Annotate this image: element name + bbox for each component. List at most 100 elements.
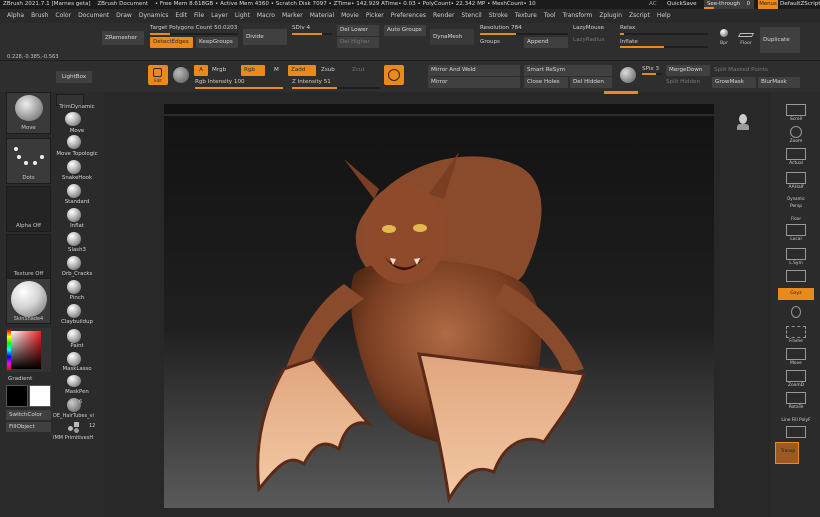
mirror-button[interactable]: Mirror xyxy=(428,77,520,88)
material-tile[interactable]: SkinShade4 xyxy=(6,278,51,324)
stroke-preview-tile[interactable]: Dots xyxy=(6,138,51,184)
dynamesh-button[interactable]: DynaMesh xyxy=(430,29,474,45)
lsym-icon[interactable] xyxy=(786,248,806,260)
menu-zscript[interactable]: Zscript xyxy=(629,9,650,23)
rgb-toggle[interactable]: Rgb xyxy=(241,65,265,76)
brush-slash3[interactable]: Slash3 xyxy=(52,247,102,253)
auto-groups-button[interactable]: Auto Groups xyxy=(384,25,426,36)
menu-alpha[interactable]: Alpha xyxy=(7,9,24,23)
default-zscript-button[interactable]: DefaultZScript xyxy=(780,0,820,9)
resolution-slider[interactable]: Resolution 784 xyxy=(480,25,522,31)
spix-slider[interactable]: SPix 3 xyxy=(642,66,659,72)
close-holes-button[interactable]: Close Holes xyxy=(524,77,568,88)
zoomd-icon[interactable] xyxy=(786,370,806,382)
menu-draw[interactable]: Draw xyxy=(116,9,132,23)
append-button[interactable]: Append xyxy=(524,37,568,48)
quicksave-button[interactable]: QuickSave xyxy=(667,0,697,9)
lazyradius-slider[interactable]: LazyRadius xyxy=(573,37,605,43)
grow-mask-button[interactable]: GrowMask xyxy=(712,77,756,88)
m-toggle[interactable]: M xyxy=(274,67,279,73)
brush-snakehook[interactable]: SnakeHook xyxy=(52,175,102,181)
brush-paint[interactable]: Paint xyxy=(52,343,102,349)
menu-help[interactable]: Help xyxy=(657,9,671,23)
menu-edit[interactable]: Edit xyxy=(175,9,187,23)
menu-stencil[interactable]: Stencil xyxy=(461,9,481,23)
floor-button[interactable]: Floor xyxy=(736,27,756,55)
menu-stroke[interactable]: Stroke xyxy=(489,9,508,23)
viewport-canvas[interactable] xyxy=(164,104,714,508)
brush-hairtubes[interactable]: DE_HairTubes_vi xyxy=(53,413,94,419)
brush-maskpen[interactable]: MaskPen xyxy=(52,389,102,395)
menu-preferences[interactable]: Preferences xyxy=(391,9,426,23)
hue-strip[interactable] xyxy=(7,330,11,370)
menu-render[interactable]: Render xyxy=(433,9,454,23)
frame-icon[interactable] xyxy=(786,326,806,338)
aahalf-icon[interactable] xyxy=(786,172,806,184)
sdiv-slider[interactable]: SDiv 4 xyxy=(292,25,310,31)
edit-button[interactable]: Edit xyxy=(148,65,168,85)
target-poly-slider[interactable]: Target Polygons Count 50.0203 xyxy=(150,25,237,31)
a-toggle[interactable]: A xyxy=(194,65,208,76)
bpr-button[interactable]: Bpr xyxy=(714,27,734,55)
brush-claybuildup[interactable]: Claybuildup xyxy=(52,319,102,325)
matcap-sphere-icon[interactable] xyxy=(620,67,636,83)
brush-orb-cracks[interactable]: Orb_Cracks xyxy=(52,271,102,277)
gxyz-button[interactable]: Gxyz xyxy=(778,288,814,300)
del-hidden-button[interactable]: Del Hidden xyxy=(570,77,612,88)
menu-marker[interactable]: Marker xyxy=(282,9,303,23)
texture-tile[interactable]: Texture Off xyxy=(6,234,51,280)
menu-tool[interactable]: Tool xyxy=(544,9,556,23)
switch-color-button[interactable]: SwitchColor xyxy=(6,410,51,420)
draw-sphere-icon[interactable] xyxy=(173,67,189,83)
zremesher-button[interactable]: ZRemesher xyxy=(102,31,144,45)
menu-light[interactable]: Light xyxy=(235,9,250,23)
brush-masklasso[interactable]: MaskLasso xyxy=(52,366,102,372)
head-gizmo-icon[interactable] xyxy=(736,112,750,132)
menu-document[interactable]: Document xyxy=(78,9,109,23)
lock-icon[interactable] xyxy=(786,270,806,282)
menu-dynamics[interactable]: Dynamics xyxy=(139,9,169,23)
menu-texture[interactable]: Texture xyxy=(515,9,537,23)
move-view-icon[interactable] xyxy=(786,348,806,360)
zoom-icon[interactable] xyxy=(790,126,802,138)
menu-transform[interactable]: Transform xyxy=(562,9,592,23)
brush-move-topologic[interactable]: Move Topologic xyxy=(52,151,102,157)
main-color-swatch[interactable] xyxy=(6,385,28,407)
transp-button[interactable]: Transp xyxy=(775,442,799,464)
brush-preview-tile[interactable]: Move xyxy=(6,92,51,134)
see-through-slider[interactable]: See-through 0 xyxy=(704,0,754,9)
zadd-toggle[interactable]: Zadd xyxy=(288,65,316,76)
fill-object-button[interactable]: FillObject xyxy=(6,422,51,432)
groups-toggle[interactable]: Groups xyxy=(480,39,500,45)
color-square[interactable] xyxy=(11,331,41,369)
secondary-color-swatch[interactable] xyxy=(29,385,51,407)
inflate-slider[interactable]: Inflate xyxy=(620,39,638,45)
blur-mask-button[interactable]: BlurMask xyxy=(758,77,800,88)
menus-button[interactable]: Menus xyxy=(758,0,778,9)
alpha-tile[interactable]: Alpha Off xyxy=(6,186,51,232)
brush-pinch[interactable]: Pinch xyxy=(52,295,102,301)
rotate-axis-icon[interactable] xyxy=(791,306,801,318)
duplicate-button[interactable]: Duplicate xyxy=(760,27,800,53)
menu-layer[interactable]: Layer xyxy=(211,9,228,23)
menu-movie[interactable]: Movie xyxy=(341,9,359,23)
smart-resym-button[interactable]: Smart ReSym xyxy=(524,65,612,76)
del-higher-button[interactable]: Del Higher xyxy=(337,37,379,48)
zsub-toggle[interactable]: Zsub xyxy=(321,67,335,73)
right-linefill-label[interactable]: Line Fill PolyF xyxy=(776,418,816,423)
rotate-icon[interactable] xyxy=(786,392,806,404)
lightbox-button[interactable]: LightBox xyxy=(56,71,92,83)
detect-edges-button[interactable]: DetectEdges xyxy=(150,37,193,48)
color-picker[interactable] xyxy=(6,328,51,372)
divide-button[interactable]: Divide xyxy=(243,29,287,45)
menu-brush[interactable]: Brush xyxy=(31,9,48,23)
keep-groups-button[interactable]: KeepGroups xyxy=(196,37,238,48)
menu-zplugin[interactable]: Zplugin xyxy=(599,9,622,23)
gradient-label[interactable]: Gradient xyxy=(8,376,32,382)
symmetry-icon[interactable] xyxy=(384,65,404,85)
zcut-toggle[interactable]: Zcut xyxy=(352,67,365,73)
local-icon[interactable] xyxy=(786,224,806,236)
polyf-icon[interactable] xyxy=(786,426,806,438)
lazymouse-toggle[interactable]: LazyMouse xyxy=(573,25,604,31)
menu-file[interactable]: File xyxy=(194,9,204,23)
